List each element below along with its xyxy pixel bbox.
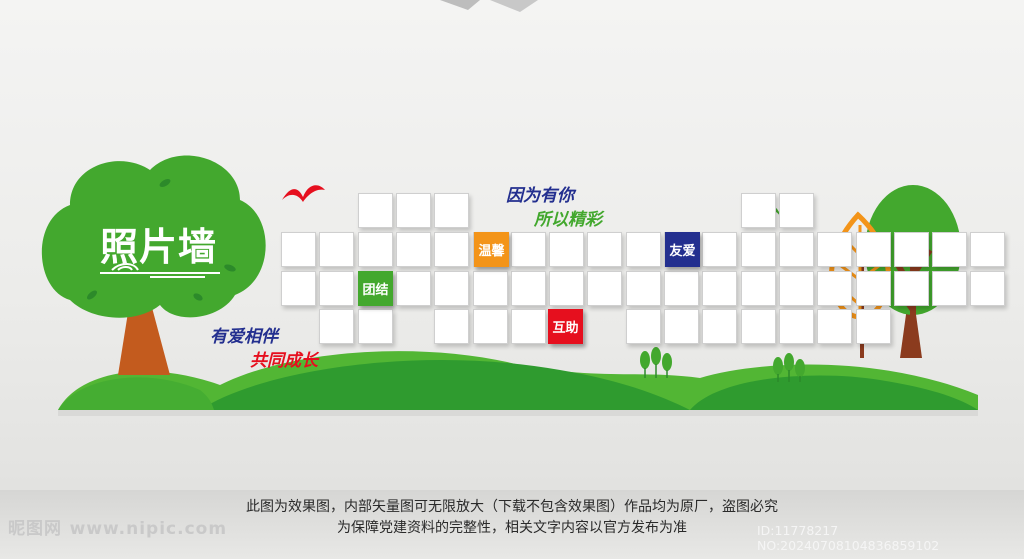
- photo-frame: [778, 271, 814, 306]
- photo-frame: [395, 271, 431, 306]
- photo-frame: [281, 232, 316, 267]
- photo-frame: [740, 232, 776, 267]
- photo-frame: [855, 271, 891, 306]
- photo-frame: [893, 271, 929, 306]
- photo-frame: [319, 309, 355, 344]
- photo-frame: [625, 271, 661, 306]
- tag-wenxin: 温馨: [474, 232, 509, 267]
- photo-frame: [625, 309, 661, 344]
- photo-frame: [510, 232, 546, 267]
- photo-frame: [281, 271, 316, 306]
- photo-frame: [357, 193, 393, 228]
- photo-frame: [817, 309, 853, 344]
- photo-frame: [817, 271, 853, 306]
- photo-frame: [587, 271, 623, 306]
- tag-tuanjie: 团结: [358, 271, 393, 306]
- slogan-top-2: 所以精彩: [534, 210, 602, 230]
- image-id-text: ID:11778217 NO:20240708104836859102: [757, 523, 940, 553]
- photo-frame: [472, 309, 508, 344]
- photo-frame: [702, 271, 738, 306]
- photo-frame: [702, 309, 738, 344]
- photo-frame: [740, 309, 776, 344]
- photo-frame: [740, 193, 776, 228]
- photo-frame: [434, 309, 470, 344]
- photo-frame: [855, 232, 891, 267]
- photo-frame: [395, 232, 431, 267]
- photo-frame: [664, 271, 699, 306]
- photo-frame: [357, 232, 393, 267]
- photo-frame: [970, 271, 1006, 306]
- photo-frame: [549, 232, 585, 267]
- photo-frame: [510, 271, 546, 306]
- photo-frame: [510, 309, 546, 344]
- photo-frame: [932, 232, 968, 267]
- slogan-left-1: 有爱相伴: [210, 327, 278, 347]
- photo-frame: [778, 193, 814, 228]
- photo-frame: [778, 232, 814, 267]
- site-name: 昵图网: [8, 519, 62, 539]
- photo-frame: [549, 271, 585, 306]
- photo-frame: [625, 232, 661, 267]
- photo-frame: [319, 232, 355, 267]
- photo-frame: [932, 271, 968, 306]
- photo-frame: [319, 271, 355, 306]
- photo-frame: [664, 309, 699, 344]
- page-title: 照片墙: [100, 224, 218, 269]
- slogan-left-2: 共同成长: [250, 351, 318, 371]
- photo-frame: [702, 232, 738, 267]
- photo-frame: [357, 309, 393, 344]
- tag-huzhu: 互助: [548, 309, 583, 344]
- site-watermark: 昵图网 www.nipic.com: [8, 514, 227, 539]
- photo-frame: [434, 271, 470, 306]
- tag-youai: 友爱: [665, 232, 700, 267]
- photo-frame: [817, 232, 853, 267]
- photo-frame: [434, 193, 470, 228]
- photo-frame: [855, 309, 891, 344]
- photo-frame: [395, 193, 431, 228]
- site-url: www.nipic.com: [69, 519, 228, 539]
- photo-frame: [472, 271, 508, 306]
- photo-frame: [778, 309, 814, 344]
- red-bird-icon: [282, 185, 325, 202]
- photo-frame: [587, 232, 623, 267]
- photo-frame: [740, 271, 776, 306]
- photo-frame: [970, 232, 1006, 267]
- photo-frame: [434, 232, 470, 267]
- photo-frame: [893, 232, 929, 267]
- slogan-top-1: 因为有你: [506, 186, 574, 206]
